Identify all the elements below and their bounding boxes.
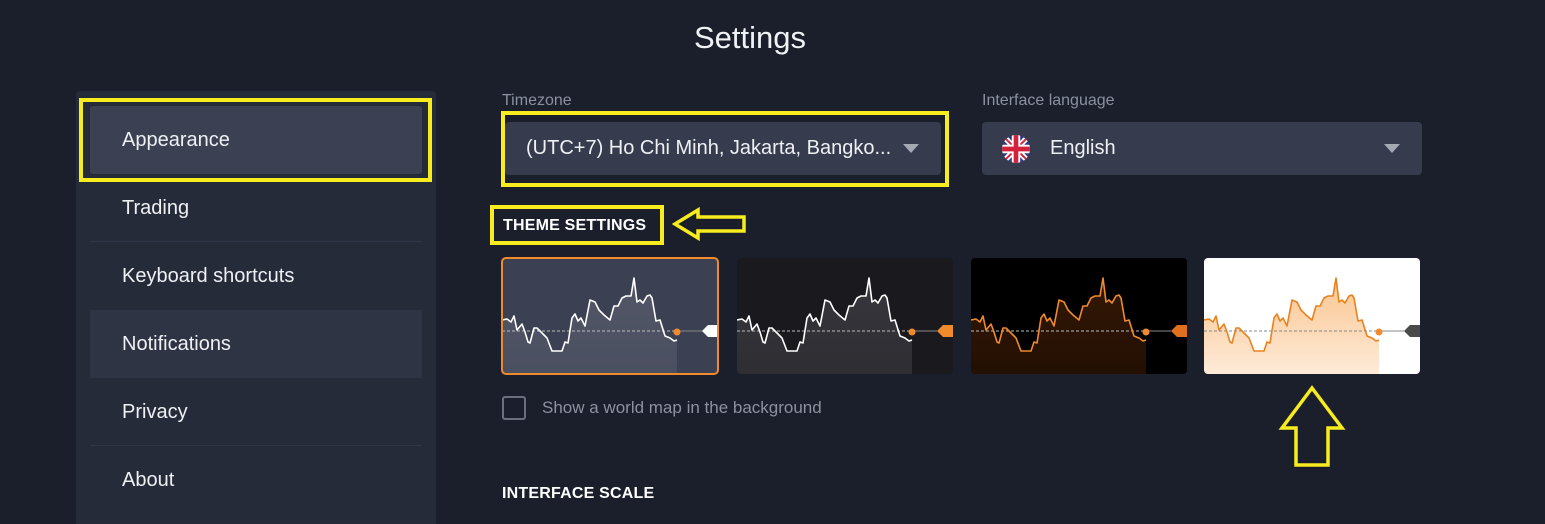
sidebar-item-privacy[interactable]: Privacy xyxy=(90,378,422,446)
sidebar-item-about[interactable]: About xyxy=(90,446,422,514)
sidebar-item-notifications[interactable]: Notifications xyxy=(90,310,422,378)
theme-option-grey[interactable] xyxy=(501,257,719,375)
theme-preview-chart xyxy=(971,258,1187,374)
sidebar-item-appearance[interactable]: Appearance xyxy=(90,106,422,174)
timezone-value: (UTC+7) Ho Chi Minh, Jakarta, Bangko... xyxy=(526,137,892,159)
page-title: Settings xyxy=(693,20,806,55)
sidebar-item-trading[interactable]: Trading xyxy=(90,174,422,242)
settings-sidebar: Appearance Trading Keyboard shortcuts No… xyxy=(76,91,436,524)
language-value: English xyxy=(1050,137,1116,159)
sidebar-item-keyboard-shortcuts[interactable]: Keyboard shortcuts xyxy=(90,242,422,310)
sidebar-item-label: Notifications xyxy=(122,332,231,355)
sidebar-item-label: Keyboard shortcuts xyxy=(122,264,295,287)
timezone-label: Timezone xyxy=(502,92,572,109)
theme-option-black[interactable] xyxy=(971,258,1187,374)
chevron-down-icon xyxy=(1384,144,1400,153)
theme-preview-dot xyxy=(673,328,681,336)
up-arrow-annotation-icon xyxy=(1278,385,1346,467)
theme-preview-dot xyxy=(908,328,916,336)
chevron-down-icon xyxy=(903,144,919,153)
world-map-label[interactable]: Show a world map in the background xyxy=(542,398,822,418)
theme-preview-chart xyxy=(737,258,953,374)
theme-preview-dot xyxy=(1375,328,1383,336)
settings-page: Settings Appearance Trading Keyboard sho… xyxy=(0,0,1545,524)
theme-preview-dot xyxy=(1142,328,1150,336)
theme-preview-chart xyxy=(1204,258,1420,374)
interface-scale-title: INTERFACE SCALE xyxy=(502,485,655,502)
timezone-select[interactable]: (UTC+7) Ho Chi Minh, Jakarta, Bangko... xyxy=(505,122,941,175)
sidebar-item-label: About xyxy=(122,468,175,491)
sidebar-item-label: Privacy xyxy=(122,400,188,423)
uk-flag-icon xyxy=(1002,134,1030,163)
sidebar-item-label: Trading xyxy=(122,196,190,219)
theme-option-dark[interactable] xyxy=(737,258,953,374)
language-select[interactable]: English xyxy=(982,122,1422,175)
language-label: Interface language xyxy=(982,92,1115,109)
theme-option-light[interactable] xyxy=(1204,258,1420,374)
left-arrow-annotation-icon xyxy=(671,206,746,242)
theme-preview-chart xyxy=(502,258,718,374)
world-map-checkbox[interactable] xyxy=(502,396,526,420)
theme-settings-title: THEME SETTINGS xyxy=(503,217,647,234)
sidebar-item-label: Appearance xyxy=(122,128,230,151)
